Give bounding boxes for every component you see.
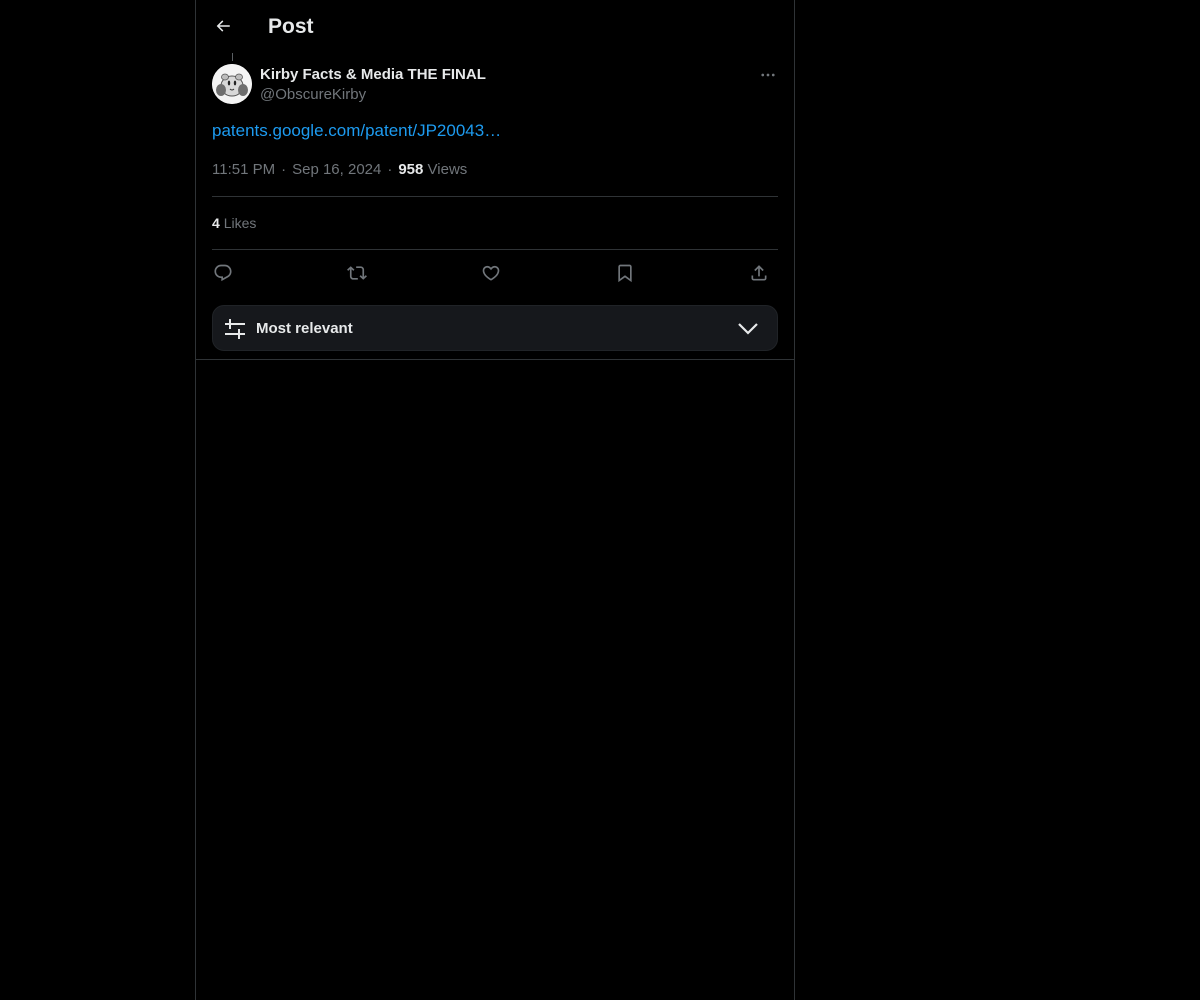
likes-count: 4 [212, 215, 220, 231]
kirby-avatar-icon [212, 64, 252, 104]
views-label: Views [427, 161, 468, 178]
divider [212, 196, 778, 197]
reply-icon [214, 264, 232, 282]
reply-button[interactable] [210, 260, 236, 286]
bookmark-icon [618, 264, 632, 283]
avatar[interactable] [212, 64, 252, 104]
post-metadata: 11:51 PM · Sep 16, 2024 · 958 Views [212, 160, 467, 180]
more-horizontal-icon [761, 73, 775, 77]
thread-connector-line [232, 53, 233, 61]
author-handle[interactable]: @ObscureKirby [260, 85, 486, 105]
post-date[interactable]: Sep 16, 2024 [292, 161, 381, 178]
views-count: 958 [398, 161, 424, 178]
share-icon [751, 265, 767, 281]
meta-separator: · [281, 161, 287, 178]
divider [212, 249, 778, 250]
primary-column: Post Kirby Facts & Media THE FINAL @Obsc… [195, 0, 795, 1000]
page-title: Post [268, 15, 314, 38]
back-arrow-icon [216, 20, 230, 32]
back-button[interactable] [208, 11, 238, 41]
sliders-icon [225, 319, 245, 339]
likes-summary[interactable]: 4 Likes [212, 213, 256, 233]
meta-separator: · [387, 161, 393, 178]
bookmark-button[interactable] [612, 260, 638, 286]
post-author: Kirby Facts & Media THE FINAL @ObscureKi… [260, 65, 486, 105]
like-icon [482, 265, 500, 281]
repost-button[interactable] [344, 260, 370, 286]
chevron-down-icon [738, 323, 758, 335]
likes-label: Likes [223, 215, 257, 231]
like-button[interactable] [478, 260, 504, 286]
post-link[interactable]: patents.google.com/patent/JP20043… [212, 119, 501, 143]
reply-sort-dropdown[interactable]: Most relevant [212, 305, 778, 351]
section-divider [196, 359, 794, 360]
share-button[interactable] [746, 260, 772, 286]
page-header: Post [196, 0, 794, 53]
sort-selected-value: Most relevant [256, 320, 353, 337]
author-display-name[interactable]: Kirby Facts & Media THE FINAL [260, 65, 486, 85]
post-time[interactable]: 11:51 PM [212, 161, 275, 178]
more-options-button[interactable] [756, 63, 780, 87]
repost-icon [347, 266, 367, 280]
post-actions [212, 260, 778, 286]
